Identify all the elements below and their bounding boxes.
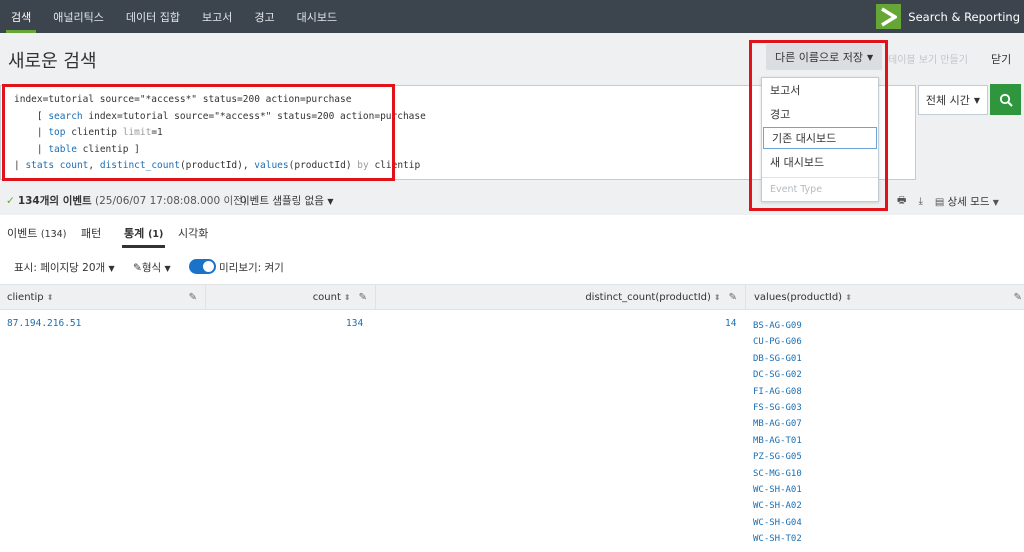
product-id-value[interactable]: MB-AG-G07 xyxy=(753,416,802,432)
preview-label: 미리보기: 켜기 xyxy=(219,262,284,274)
search-icon xyxy=(999,93,1013,107)
cell-distinct-count[interactable]: 14 xyxy=(725,318,736,329)
nav-item-analytics[interactable]: 애널리틱스 xyxy=(42,0,115,33)
highlight-box-save-menu xyxy=(749,40,888,211)
time-range-label: 전체 시간 xyxy=(925,94,970,107)
top-nav-bar: 검색 애널리틱스 데이터 집합 보고서 경고 대시보드 Search & Rep… xyxy=(0,0,1024,33)
time-range-picker[interactable]: 전체 시간 ▼ xyxy=(918,85,988,115)
print-icon[interactable]: 🖶 xyxy=(897,193,906,210)
product-id-value[interactable]: MB-AG-T01 xyxy=(753,433,802,449)
column-header-values[interactable]: values(productId) ⬍ ✎ xyxy=(746,285,1024,310)
app-name: Search & Reporting xyxy=(908,9,1020,24)
check-icon: ✓ xyxy=(6,195,15,207)
app-logo-icon xyxy=(876,4,902,29)
column-header-clientip[interactable]: clientip ⬍ ✎ xyxy=(0,285,206,310)
event-count: ✓ 134개의 이벤트 (25/06/07 17:08:08.000 이전) xyxy=(6,193,247,208)
edit-column-icon[interactable]: ✎ xyxy=(1014,292,1022,303)
edit-column-icon[interactable]: ✎ xyxy=(359,292,367,303)
product-id-value[interactable]: DC-SG-G02 xyxy=(753,367,802,383)
tab-events-count: (134) xyxy=(40,229,67,240)
product-id-value[interactable]: WC-SH-T02 xyxy=(753,531,802,547)
sort-icon: ⬍ xyxy=(343,293,351,302)
product-id-value[interactable]: WC-SH-G04 xyxy=(753,515,802,531)
tab-patterns-label: 패턴 xyxy=(81,227,102,240)
sort-icon: ⬍ xyxy=(845,293,852,302)
table-controls: 표시: 페이지당 20개 ▼ ✎형식 ▼ 미리보기: 켜기 xyxy=(0,250,1024,282)
nav-item-datasets[interactable]: 데이터 집합 xyxy=(115,0,191,33)
cell-clientip[interactable]: 87.194.216.51 xyxy=(7,318,81,329)
edit-column-icon[interactable]: ✎ xyxy=(189,292,197,303)
product-id-value[interactable]: CU-PG-G06 xyxy=(753,334,802,350)
cell-values-list: BS-AG-G09 CU-PG-G06 DB-SG-G01 DC-SG-G02 FI-A… xyxy=(753,318,802,548)
product-id-value[interactable]: BS-AG-G09 xyxy=(753,318,802,334)
close-button[interactable]: 닫기 xyxy=(991,51,1011,67)
event-time-label: (25/06/07 17:08:08.000 이전) xyxy=(95,195,247,207)
product-id-value[interactable]: PZ-SG-G05 xyxy=(753,449,802,465)
preview-toggle[interactable] xyxy=(189,259,216,274)
page-title: 새로운 검색 xyxy=(8,51,97,72)
search-button[interactable] xyxy=(990,84,1021,115)
caret-down-icon: ▼ xyxy=(327,197,334,206)
sort-icon: ⬍ xyxy=(713,293,721,302)
tab-events[interactable]: 이벤트 (134) xyxy=(7,225,66,241)
product-id-value[interactable]: FI-AG-G08 xyxy=(753,384,802,400)
export-icon[interactable]: ⤓ xyxy=(918,196,922,207)
per-page-label: 표시: 페이지당 20개 xyxy=(14,262,106,274)
event-sampling-label: 이벤트 샘플링 없음 xyxy=(240,195,324,207)
event-count-label: 134개의 이벤트 xyxy=(17,195,92,207)
product-id-value[interactable]: FS-SG-G03 xyxy=(753,400,802,416)
sort-icon: ⬍ xyxy=(46,293,54,302)
tab-events-label: 이벤트 xyxy=(7,227,38,240)
create-table-view-button[interactable]: 테이블 보기 만들기 xyxy=(888,51,968,66)
product-id-value[interactable]: WC-SH-A01 xyxy=(753,482,802,498)
tab-statistics-count: (1) xyxy=(148,229,164,240)
format-label: 형식 xyxy=(141,262,162,274)
nav-item-alerts[interactable]: 경고 xyxy=(243,0,285,33)
tab-statistics[interactable]: 통계 (1) xyxy=(121,225,166,248)
table-header: clientip ⬍ ✎ count ⬍ ✎ distinct_count(pro… xyxy=(0,284,1024,310)
results-tabs: 이벤트 (134) 패턴 통계 (1) 시각화 xyxy=(0,215,1024,248)
search-mode-dropdown[interactable]: ▤ 상세 모드 ▼ xyxy=(935,194,999,209)
caret-down-icon: ▼ xyxy=(973,95,981,105)
job-actions: 🖶 ⤓ ▤ 상세 모드 ▼ xyxy=(897,193,999,210)
cell-count[interactable]: 134 xyxy=(346,318,363,329)
product-id-value[interactable]: WC-SH-A02 xyxy=(753,498,802,514)
column-label: count xyxy=(312,292,341,303)
search-mode-label: 상세 모드 xyxy=(947,196,990,208)
tab-patterns[interactable]: 패턴 xyxy=(81,225,101,241)
product-id-value[interactable]: SC-MG-G10 xyxy=(753,466,802,482)
nav-item-dashboards[interactable]: 대시보드 xyxy=(286,0,348,33)
tab-visualization[interactable]: 시각화 xyxy=(178,225,208,241)
product-id-value[interactable]: DB-SG-G01 xyxy=(753,351,802,367)
column-label: clientip xyxy=(7,292,44,303)
caret-down-icon: ▼ xyxy=(992,198,999,207)
column-label: values(productId) xyxy=(754,292,843,303)
format-dropdown[interactable]: ✎형식 ▼ xyxy=(133,260,171,275)
tab-visualization-label: 시각화 xyxy=(178,227,209,240)
pencil-icon: ✎ xyxy=(133,262,142,274)
nav-item-search[interactable]: 검색 xyxy=(0,0,42,33)
edit-column-icon[interactable]: ✎ xyxy=(729,292,737,303)
column-header-count[interactable]: count ⬍ ✎ xyxy=(206,285,376,310)
event-sampling-dropdown[interactable]: 이벤트 샘플링 없음 ▼ xyxy=(240,193,333,208)
nav-item-reports[interactable]: 보고서 xyxy=(191,0,243,33)
app-brand[interactable]: Search & Reporting xyxy=(876,0,1024,33)
caret-down-icon: ▼ xyxy=(164,264,171,273)
mode-icon: ▤ xyxy=(934,197,945,208)
column-header-distinct-count[interactable]: distinct_count(productId) ⬍ ✎ xyxy=(376,285,746,310)
per-page-dropdown[interactable]: 표시: 페이지당 20개 ▼ xyxy=(14,260,115,275)
tab-statistics-label: 통계 xyxy=(124,227,145,240)
caret-down-icon: ▼ xyxy=(108,264,115,273)
highlight-box-query xyxy=(2,84,395,181)
column-label: distinct_count(productId) xyxy=(585,292,711,303)
